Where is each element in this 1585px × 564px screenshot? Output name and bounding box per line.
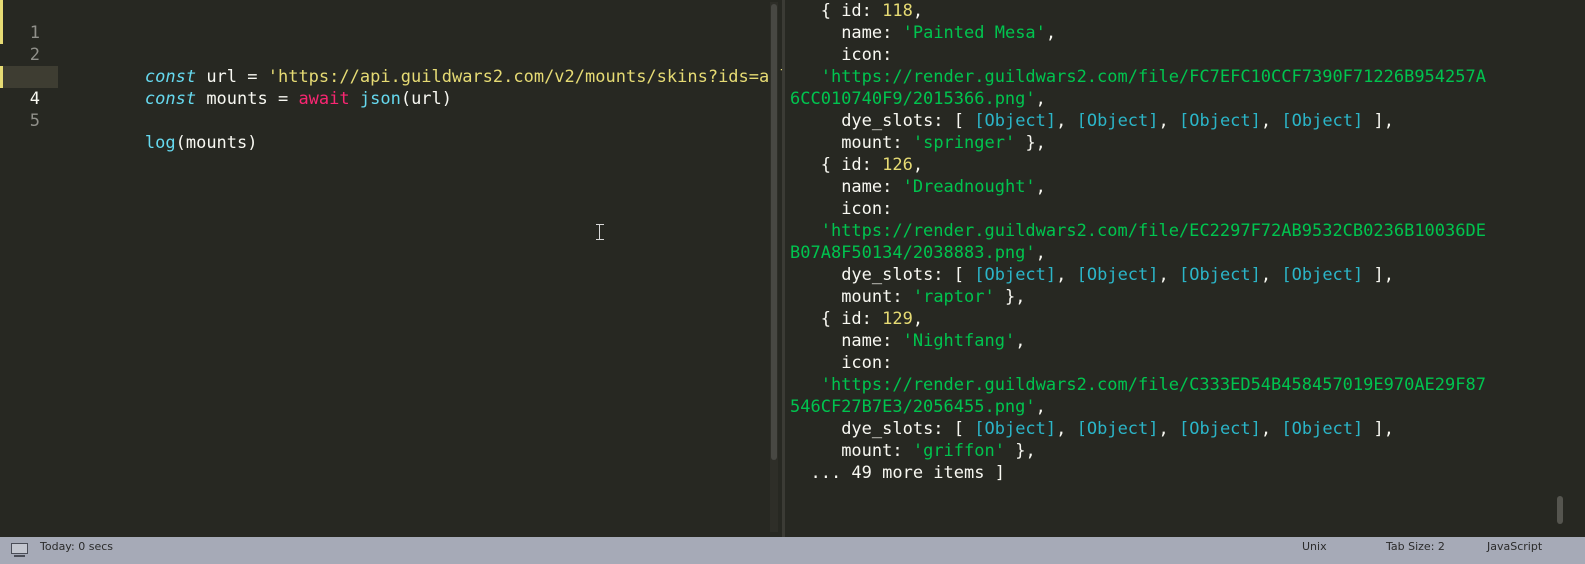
output-line: 'https://render.guildwars2.com/file/C333… xyxy=(790,375,1486,395)
output-line: icon: xyxy=(820,199,893,219)
code-line-4[interactable]: 4 log(mounts) xyxy=(0,66,770,153)
output-line: 'https://render.guildwars2.com/file/FC7E… xyxy=(790,67,1486,87)
monitor-icon[interactable] xyxy=(11,543,28,557)
time-tracker[interactable]: Today: 0 secs xyxy=(40,537,113,564)
output-line: ... 49 more items ] xyxy=(810,463,1005,483)
output-line: dye_slots: [ [Object], [Object], [Object… xyxy=(820,111,1394,131)
status-bar: Today: 0 secs Unix Tab Size: 2 JavaScrip… xyxy=(0,537,1585,564)
output-line: 546CF27B7E3/2056455.png', xyxy=(790,397,1046,417)
output-line: mount: 'springer' }, xyxy=(820,133,1046,153)
code-line-3[interactable]: 3 xyxy=(0,44,770,87)
output-line: name: 'Dreadnought', xyxy=(820,177,1046,197)
function-name: log xyxy=(144,133,176,153)
code-line-5[interactable]: 5 xyxy=(0,88,770,131)
output-line: mount: 'raptor' }, xyxy=(820,287,1026,307)
editor-scrollbar[interactable] xyxy=(770,2,778,532)
code-text: (mounts) xyxy=(175,133,258,153)
output-line: 'https://render.guildwars2.com/file/EC22… xyxy=(790,221,1486,241)
output-line: B07A8F50134/2038883.png', xyxy=(790,243,1046,263)
app-window: 1 const url = 'https://api.guildwars2.co… xyxy=(0,0,1585,564)
output-line: dye_slots: [ [Object], [Object], [Object… xyxy=(820,419,1394,439)
tab-size[interactable]: Tab Size: 2 xyxy=(1386,537,1445,564)
code-line-2[interactable]: 2 const mounts = await json(url) xyxy=(0,22,770,109)
line-number: 5 xyxy=(29,111,40,131)
output-line: dye_slots: [ [Object], [Object], [Object… xyxy=(820,265,1394,285)
output-scrollbar[interactable] xyxy=(1555,2,1565,532)
output-line: icon: xyxy=(820,353,893,373)
code-editor[interactable]: 1 const url = 'https://api.guildwars2.co… xyxy=(0,0,800,537)
output-line: { id: 126, xyxy=(820,155,924,175)
syntax-language[interactable]: JavaScript xyxy=(1487,537,1542,564)
output-line: mount: 'griffon' }, xyxy=(820,441,1036,461)
output-console: { id: 118, name: 'Painted Mesa', icon: '… xyxy=(785,0,1585,537)
scrollbar-thumb[interactable] xyxy=(771,4,777,460)
output-line: { id: 118, xyxy=(820,1,924,21)
code-line-1[interactable]: 1 const url = 'https://api.guildwars2.co… xyxy=(0,0,800,87)
text-cursor-icon xyxy=(596,224,604,240)
scrollbar-thumb[interactable] xyxy=(1557,496,1563,524)
output-line: name: 'Nightfang', xyxy=(820,331,1026,351)
output-line: 6CC010740F9/2015366.png', xyxy=(790,89,1046,109)
output-line: icon: xyxy=(820,45,893,65)
output-line: name: 'Painted Mesa', xyxy=(820,23,1057,43)
line-endings[interactable]: Unix xyxy=(1302,537,1327,564)
output-line: { id: 129, xyxy=(820,309,924,329)
